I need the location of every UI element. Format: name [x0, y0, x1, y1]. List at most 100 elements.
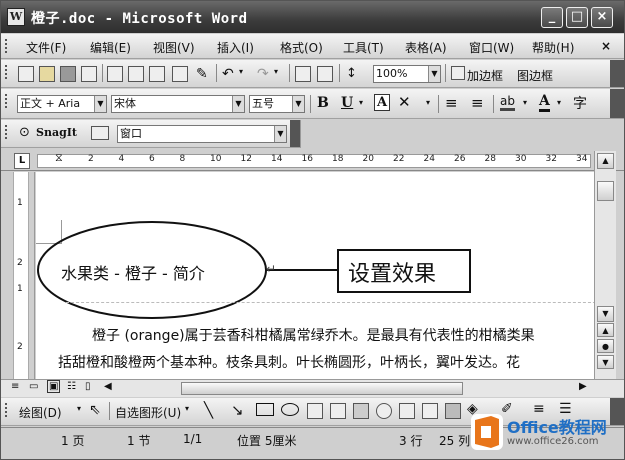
menu-window[interactable]: 窗口(W) [469, 39, 514, 56]
undo-dropdown-icon[interactable]: ▾ [239, 67, 243, 76]
horizontal-scrollbar[interactable]: ≡ ▭ ▣ ☷ ▯ ◀ ▶ [1, 379, 624, 397]
page-border-button[interactable]: 图边框 [517, 67, 553, 84]
highlight-dropdown-icon[interactable]: ▾ [523, 98, 527, 107]
toolbar-grip[interactable] [5, 39, 8, 53]
line-icon[interactable]: ╲ [204, 401, 213, 419]
chevron-down-icon[interactable]: ▼ [232, 96, 244, 112]
toolbar-options-icon[interactable] [610, 60, 624, 87]
bold-button[interactable]: B [317, 95, 329, 111]
draw-dropdown-icon[interactable]: ▾ [77, 404, 81, 413]
scroll-thumb[interactable] [597, 181, 614, 201]
toolbar-grip[interactable] [5, 403, 8, 417]
toolbar-options-icon[interactable] [610, 89, 624, 118]
horizontal-scroll-thumb[interactable] [181, 382, 463, 395]
phonetic-guide-icon[interactable]: 字 [573, 93, 587, 113]
previous-page-icon[interactable]: ▲ [597, 323, 614, 337]
indent-marker-icon[interactable]: ⧖ [55, 151, 63, 165]
document-heading[interactable]: 水果类 - 橙子 - 简介 [61, 260, 205, 284]
body-paragraph-line[interactable]: 橙子 (orange)属于芸香科柑橘属常绿乔木。是最具有代表性的柑橘类果 [92, 325, 535, 345]
web-view-icon[interactable]: ▭ [29, 381, 38, 392]
rectangle-icon[interactable] [256, 403, 274, 416]
redo-icon[interactable]: ↷ [257, 66, 273, 82]
toolbar-grip[interactable] [5, 65, 8, 79]
print-view-icon[interactable]: ▣ [47, 380, 61, 393]
snagit-target-select[interactable]: 窗口 ▼ [117, 125, 287, 143]
redo-dropdown-icon[interactable]: ▾ [274, 67, 278, 76]
save-icon[interactable] [60, 66, 76, 82]
chevron-down-icon[interactable]: ▼ [94, 96, 106, 112]
font-color-button[interactable]: A [539, 93, 550, 112]
menu-insert[interactable]: 插入(I) [217, 39, 254, 56]
show-hide-icon[interactable]: ↕ [346, 66, 362, 82]
vertical-text-box-icon[interactable] [330, 403, 346, 419]
insert-table-icon[interactable] [295, 66, 311, 82]
scroll-left-icon[interactable]: ◀ [104, 381, 112, 392]
diagram-icon[interactable] [376, 403, 392, 419]
autoshapes-button[interactable]: 自选图形(U) [115, 404, 181, 421]
border-icon[interactable] [451, 66, 465, 80]
tab-selector[interactable]: L [14, 153, 30, 169]
print-icon[interactable] [107, 66, 123, 82]
outline-view-icon[interactable]: ☷ [67, 381, 76, 392]
font-select[interactable]: 宋体 ▼ [111, 95, 245, 113]
zoom-select[interactable]: 100% ▼ [373, 65, 441, 83]
draw-menu-button[interactable]: 绘图(D) [19, 404, 62, 421]
columns-icon[interactable] [317, 66, 333, 82]
close-button[interactable]: × [591, 7, 613, 28]
toolbar-grip[interactable] [5, 94, 8, 108]
scroll-down-icon[interactable]: ▼ [597, 306, 614, 322]
scroll-right-icon[interactable]: ▶ [579, 381, 587, 392]
font-color-dropdown-icon[interactable]: ▾ [557, 98, 561, 107]
spelling-icon[interactable] [149, 66, 165, 82]
body-paragraph-line[interactable]: 括甜橙和酸橙两个基本种。枝条具刺。叶长椭圆形，叶柄长，翼叶发达。花 [58, 352, 520, 372]
chevron-down-icon[interactable]: ▼ [292, 96, 304, 112]
research-icon[interactable] [172, 66, 188, 82]
chevron-down-icon[interactable]: ▼ [274, 126, 286, 142]
menu-tools[interactable]: 工具(T) [343, 39, 384, 56]
image-tools-icon[interactable] [445, 403, 461, 419]
character-border-button[interactable]: A [374, 94, 391, 111]
vertical-scrollbar[interactable]: ▲ ▼ ▲ ● ▼ [594, 151, 616, 379]
new-document-icon[interactable] [18, 66, 34, 82]
permission-icon[interactable] [81, 66, 97, 82]
next-page-icon[interactable]: ▼ [597, 355, 614, 369]
underline-button[interactable]: U [341, 95, 353, 111]
insert-picture-icon[interactable] [422, 403, 438, 419]
wordart-icon[interactable] [353, 403, 369, 419]
menu-view[interactable]: 视图(V) [153, 39, 195, 56]
document-canvas[interactable]: 水果类 - 橙子 - 简介 ↵ 设置效果 橙子 (orange)属于芸香科柑橘属… [36, 172, 594, 379]
align-center-icon[interactable]: ≡ [471, 94, 484, 112]
oval-icon[interactable] [281, 403, 299, 416]
open-folder-icon[interactable] [39, 66, 55, 82]
reading-view-icon[interactable]: ▯ [85, 381, 91, 392]
menu-format[interactable]: 格式(O) [280, 39, 323, 56]
autoshapes-dropdown-icon[interactable]: ▾ [185, 404, 189, 413]
arrow-icon[interactable]: ↘ [231, 401, 244, 419]
snagit-capture-icon[interactable]: ⊙ [19, 125, 30, 140]
font-size-select[interactable]: 五号 ▼ [249, 95, 305, 113]
menu-help[interactable]: 帮助(H) [532, 39, 574, 56]
minimize-button[interactable]: _ [541, 7, 563, 28]
text-box-icon[interactable] [307, 403, 323, 419]
select-objects-icon[interactable]: ⇖ [89, 402, 101, 418]
toolbar-options-icon[interactable] [290, 120, 300, 147]
style-select[interactable]: 正文 + Aria ▼ [17, 95, 107, 113]
scale-dropdown-icon[interactable]: ▾ [426, 98, 430, 107]
snagit-label[interactable]: SnagIt [36, 126, 77, 139]
character-scale-icon[interactable]: ✕ [398, 93, 411, 111]
align-justify-icon[interactable]: ≡ [445, 94, 458, 112]
document-close-button[interactable]: × [601, 39, 611, 53]
normal-view-icon[interactable]: ≡ [11, 381, 19, 392]
clip-art-icon[interactable] [399, 403, 415, 419]
print-preview-icon[interactable] [128, 66, 144, 82]
chevron-down-icon[interactable]: ▼ [428, 66, 440, 82]
menu-file[interactable]: 文件(F) [26, 39, 66, 56]
toolbar-grip[interactable] [5, 125, 8, 139]
menu-edit[interactable]: 编辑(E) [90, 39, 131, 56]
browse-object-icon[interactable]: ● [597, 339, 614, 353]
highlight-icon[interactable]: ab [500, 94, 515, 111]
word-app-icon[interactable]: W [7, 8, 25, 26]
underline-dropdown-icon[interactable]: ▾ [359, 98, 363, 107]
add-frame-button[interactable]: 加边框 [467, 67, 503, 84]
format-painter-icon[interactable]: ✎ [196, 66, 212, 82]
